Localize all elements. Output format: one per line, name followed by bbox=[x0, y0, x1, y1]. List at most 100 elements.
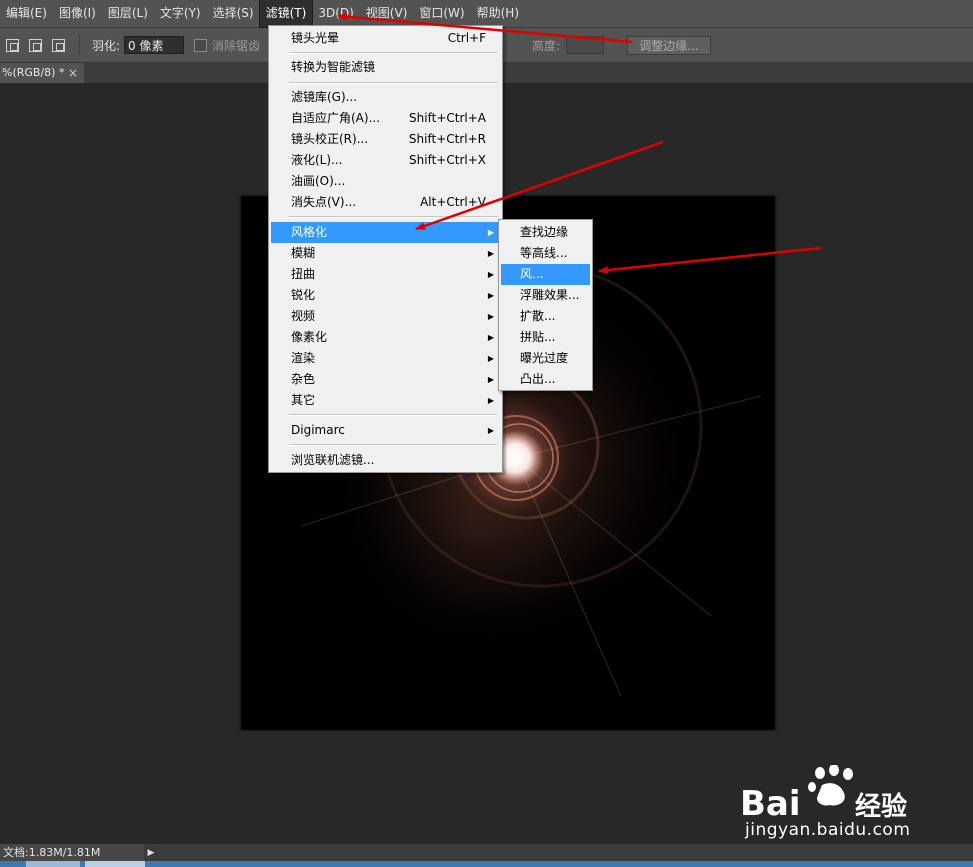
height-input[interactable] bbox=[566, 36, 604, 54]
menu-item-pixelate[interactable]: 像素化 ▶ bbox=[271, 327, 500, 348]
selection-subtract-icon[interactable] bbox=[29, 38, 42, 52]
taskbar-button[interactable] bbox=[85, 861, 145, 867]
document-tab[interactable]: %(RGB/8) * × bbox=[0, 63, 84, 83]
menu-view[interactable]: 视图(V) bbox=[360, 0, 414, 27]
menu-item-label: 像素化 bbox=[291, 330, 328, 344]
menu-item-label: 查找边缘 bbox=[520, 225, 569, 239]
menu-item-label: 风... bbox=[520, 267, 544, 281]
menu-item-label: 消失点(V)... bbox=[291, 195, 357, 209]
menu-image[interactable]: 图像(I) bbox=[53, 0, 102, 27]
menu-item-label: 渲染 bbox=[291, 351, 316, 365]
menu-type[interactable]: 文字(Y) bbox=[154, 0, 207, 27]
filter-menu: 镜头光晕 Ctrl+F 转换为智能滤镜 滤镜库(G)... 自适应广角(A)..… bbox=[268, 25, 503, 473]
menu-item-digimarc[interactable]: Digimarc ▶ bbox=[271, 420, 500, 441]
submenu-arrow-icon: ▶ bbox=[487, 312, 494, 321]
menu-item-shortcut: Shift+Ctrl+A bbox=[409, 111, 486, 125]
menu-item-liquify[interactable]: 液化(L)... Shift+Ctrl+X bbox=[271, 150, 500, 171]
submenu-arrow-icon: ▶ bbox=[487, 228, 494, 237]
menu-item-shortcut: Ctrl+F bbox=[447, 31, 486, 45]
menu-item-label: 杂色 bbox=[291, 372, 316, 386]
menu-item-label: 油画(O)... bbox=[291, 174, 346, 188]
menu-select[interactable]: 选择(S) bbox=[207, 0, 260, 27]
menu-item-label: 凸出... bbox=[520, 372, 556, 386]
menu-window[interactable]: 窗口(W) bbox=[413, 0, 470, 27]
menu-item-wind[interactable]: 风... bbox=[501, 264, 590, 285]
menu-item-last-filter[interactable]: 镜头光晕 Ctrl+F bbox=[271, 28, 500, 49]
menu-item-other[interactable]: 其它 ▶ bbox=[271, 390, 500, 411]
menu-item-vanishing-point[interactable]: 消失点(V)... Alt+Ctrl+V bbox=[271, 192, 500, 213]
menu-separator bbox=[289, 444, 498, 446]
taskbar-button[interactable] bbox=[26, 861, 80, 867]
menu-item-trace-contour[interactable]: 等高线... bbox=[501, 243, 590, 264]
menu-item-oil-paint[interactable]: 油画(O)... bbox=[271, 171, 500, 192]
status-bar: 文档:1.83M/1.81M ▶ bbox=[0, 843, 973, 862]
menu-item-blur[interactable]: 模糊 ▶ bbox=[271, 243, 500, 264]
menu-3d[interactable]: 3D(D) bbox=[312, 0, 359, 27]
menu-item-label: 浮雕效果... bbox=[520, 288, 580, 302]
menu-item-label: 等高线... bbox=[520, 246, 568, 260]
menu-item-label: 视频 bbox=[291, 309, 316, 323]
menu-filter[interactable]: 滤镜(T) bbox=[258, 0, 314, 28]
menu-item-label: 自适应广角(A)... bbox=[291, 111, 381, 125]
menu-item-video[interactable]: 视频 ▶ bbox=[271, 306, 500, 327]
menu-item-label: Digimarc bbox=[291, 423, 345, 437]
menu-help[interactable]: 帮助(H) bbox=[471, 0, 525, 27]
submenu-arrow-icon: ▶ bbox=[487, 270, 494, 279]
svg-text:经验: 经验 bbox=[855, 791, 907, 822]
menu-item-label: 锐化 bbox=[291, 288, 316, 302]
selection-add-icon[interactable] bbox=[6, 38, 19, 52]
watermark-url: jingyan.baidu.com bbox=[745, 820, 911, 840]
menu-separator bbox=[289, 414, 498, 416]
submenu-arrow-icon: ▶ bbox=[487, 249, 494, 258]
menu-item-render[interactable]: 渲染 ▶ bbox=[271, 348, 500, 369]
menu-item-emboss[interactable]: 浮雕效果... bbox=[501, 285, 590, 306]
document-tab-title: %(RGB/8) * bbox=[2, 66, 65, 79]
anti-alias-checkbox[interactable] bbox=[194, 38, 208, 52]
menu-item-label: 风格化 bbox=[291, 225, 328, 239]
svg-text:Bai: Bai bbox=[740, 784, 801, 824]
menu-item-noise[interactable]: 杂色 ▶ bbox=[271, 369, 500, 390]
menu-item-solarize[interactable]: 曝光过度 bbox=[501, 348, 590, 369]
menu-item-diffuse[interactable]: 扩散... bbox=[501, 306, 590, 327]
menu-item-distort[interactable]: 扭曲 ▶ bbox=[271, 264, 500, 285]
menu-bar: 编辑(E) 图像(I) 图层(L) 文字(Y) 选择(S) 滤镜(T) 3D(D… bbox=[0, 0, 973, 28]
menu-item-label: 扩散... bbox=[520, 309, 556, 323]
menu-item-find-edges[interactable]: 查找边缘 bbox=[501, 222, 590, 243]
menu-separator bbox=[289, 52, 498, 54]
status-menu-arrow-icon[interactable]: ▶ bbox=[144, 844, 158, 862]
menu-item-adaptive-wide-angle[interactable]: 自适应广角(A)... Shift+Ctrl+A bbox=[271, 108, 500, 129]
selection-intersect-icon[interactable] bbox=[52, 38, 65, 52]
menu-item-label: 液化(L)... bbox=[291, 153, 343, 167]
menu-item-label: 镜头光晕 bbox=[291, 31, 340, 45]
menu-item-label: 拼贴... bbox=[520, 330, 556, 344]
submenu-arrow-icon: ▶ bbox=[487, 354, 494, 363]
menu-item-label: 镜头校正(R)... bbox=[291, 132, 369, 146]
refine-edge-button[interactable]: 调整边缘... bbox=[627, 36, 711, 55]
submenu-arrow-icon: ▶ bbox=[487, 333, 494, 342]
menu-edit[interactable]: 编辑(E) bbox=[0, 0, 53, 27]
menu-item-sharpen[interactable]: 锐化 ▶ bbox=[271, 285, 500, 306]
submenu-arrow-icon: ▶ bbox=[487, 375, 494, 384]
menu-item-label: 扭曲 bbox=[291, 267, 316, 281]
menu-item-shortcut: Alt+Ctrl+V bbox=[420, 195, 486, 209]
menu-item-label: 转换为智能滤镜 bbox=[291, 60, 376, 74]
photoshop-window: 编辑(E) 图像(I) 图层(L) 文字(Y) 选择(S) 滤镜(T) 3D(D… bbox=[0, 0, 973, 867]
submenu-arrow-icon: ▶ bbox=[487, 426, 494, 435]
menu-item-shortcut: Shift+Ctrl+X bbox=[409, 153, 486, 167]
menu-item-filter-gallery[interactable]: 滤镜库(G)... bbox=[271, 87, 500, 108]
submenu-arrow-icon: ▶ bbox=[487, 291, 494, 300]
menu-item-convert-smart-filter[interactable]: 转换为智能滤镜 bbox=[271, 57, 500, 78]
menu-item-label: 曝光过度 bbox=[520, 351, 569, 365]
submenu-arrow-icon: ▶ bbox=[487, 396, 494, 405]
menu-item-tiles[interactable]: 拼贴... bbox=[501, 327, 590, 348]
close-icon[interactable]: × bbox=[68, 63, 78, 83]
menu-item-stylize[interactable]: 风格化 ▶ bbox=[271, 222, 500, 243]
menu-item-lens-correction[interactable]: 镜头校正(R)... Shift+Ctrl+R bbox=[271, 129, 500, 150]
menu-item-browse-filters-online[interactable]: 浏览联机滤镜... bbox=[271, 450, 500, 471]
menu-separator bbox=[289, 216, 498, 218]
feather-input[interactable] bbox=[124, 36, 185, 54]
menu-layer[interactable]: 图层(L) bbox=[102, 0, 154, 27]
document-size-info: 文档:1.83M/1.81M bbox=[0, 844, 144, 862]
menu-item-extrude[interactable]: 凸出... bbox=[501, 369, 590, 390]
menu-item-label: 滤镜库(G)... bbox=[291, 90, 358, 104]
